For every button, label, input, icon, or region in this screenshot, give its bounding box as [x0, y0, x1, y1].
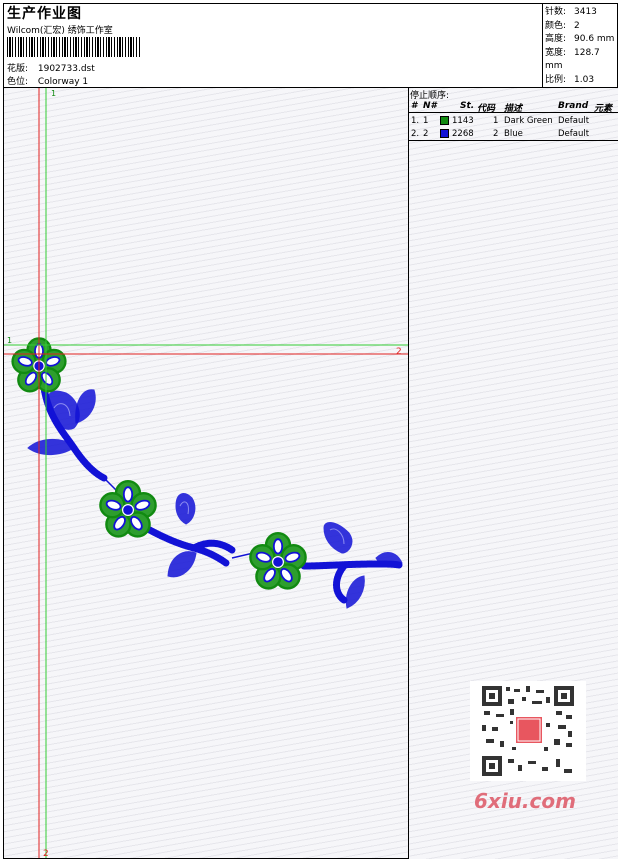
embroidery-artwork: 1 1 2 2: [4, 88, 408, 858]
watermark-text: 6xiu.com: [474, 789, 576, 813]
design-file-label: 花版:: [7, 64, 29, 74]
qr-code-watermark: [470, 681, 586, 781]
company-name: Wilcom(汇宏) 绣饰工作室: [7, 26, 113, 36]
guide-red-horizontal-label: 2: [396, 347, 402, 357]
barcode: [7, 37, 141, 57]
color-swatch-green: [440, 116, 449, 125]
design-file-line: 花版: 1902733.dst: [7, 61, 95, 74]
stat-height: 高度: 90.6 mm: [545, 34, 615, 44]
colorway-line: 色位: Colorway 1: [7, 74, 88, 87]
stat-colors: 颜色: 2: [545, 20, 580, 31]
header-underline: [409, 112, 618, 113]
color-swatch-blue: [440, 129, 449, 138]
panel-separator: [409, 140, 618, 141]
stop-sequence-title: 停止顺序:: [410, 91, 450, 101]
flower-motif-3: [249, 532, 307, 590]
design-preview[interactable]: 1 1 2 2: [4, 88, 408, 858]
guide-green-horizontal-label: 1: [7, 336, 12, 345]
qr-code-icon: [480, 684, 576, 778]
table-row: 1. 1 1143 1 Dark Green Default: [411, 116, 590, 126]
design-file-value: 1902733.dst: [37, 64, 95, 74]
colorway-label: 色位:: [7, 77, 29, 87]
guide-green-vertical-label: 1: [51, 89, 56, 98]
colorway-value: Colorway 1: [37, 77, 89, 87]
stat-stitches: 针数: 3413: [545, 7, 597, 17]
page-title: 生产作业图: [7, 6, 82, 22]
design-stats: 针数: 3413 颜色: 2 高度: 90.6 mm 宽度: 128.7 mm 比例: 1…: [545, 6, 620, 87]
flower-motif-2: [99, 480, 157, 538]
stat-scale: 比例: 1.03: [545, 74, 595, 85]
header-divider-vertical: [542, 3, 543, 87]
guide-red-vertical-label: 2: [43, 849, 49, 858]
stat-width: 宽度: 128.7 mm: [545, 47, 600, 72]
